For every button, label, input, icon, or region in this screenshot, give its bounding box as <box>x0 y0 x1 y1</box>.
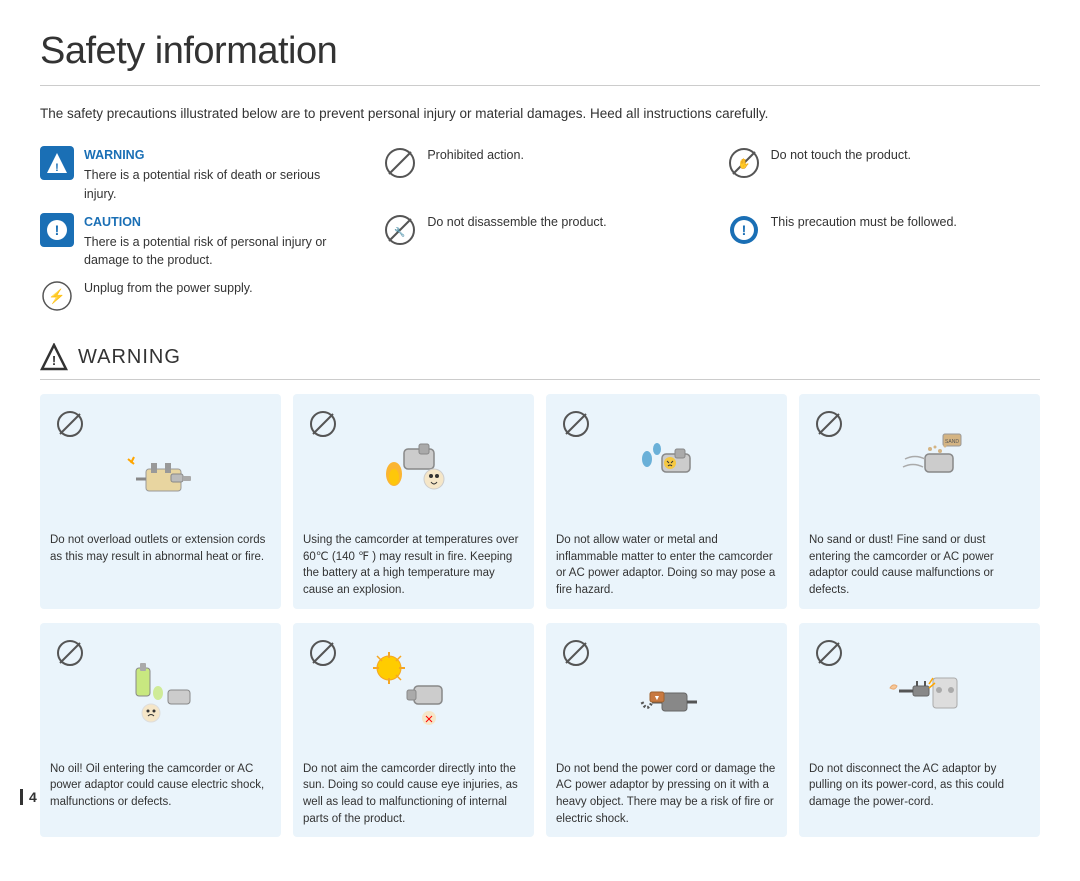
prohibited-circle-icon <box>383 146 417 180</box>
svg-text:⚡: ⚡ <box>48 288 65 305</box>
no-symbol-icon <box>815 410 843 438</box>
water-metal-illustration <box>622 419 712 509</box>
intro-text: The safety precautions illustrated below… <box>40 104 1040 124</box>
direct-sun-illustration <box>369 648 459 738</box>
warning-text-block: WARNING There is a potential risk of dea… <box>84 146 353 202</box>
must-follow-circle-icon: ! <box>727 213 761 247</box>
warning-triangle-icon: ! <box>40 343 68 371</box>
legend-grid: ! WARNING There is a potential risk of d… <box>40 146 1040 313</box>
prohibited-icon-box <box>383 146 417 180</box>
card-no-oil-text: No oil! Oil entering the camcorder or AC… <box>50 761 271 811</box>
no-symbol-icon <box>309 410 337 438</box>
temperature-illustration <box>369 419 459 509</box>
svg-text:!: ! <box>55 162 59 174</box>
legend-item-unplug: ⚡ Unplug from the power supply. <box>40 279 353 313</box>
disassemble-text-block: Do not disassemble the product. <box>427 213 606 231</box>
no-symbol-icon <box>562 410 590 438</box>
warning-icon-box: ! <box>40 146 74 180</box>
power-cord-illustration: ▼ <box>622 648 712 738</box>
card-temperature-image <box>303 404 524 524</box>
card-no-oil: No oil! Oil entering the camcorder or AC… <box>40 623 281 838</box>
unplug-icon: ⚡ <box>40 279 74 313</box>
caution-blue-square-icon: ! <box>40 213 74 247</box>
no-symbol-icon <box>562 639 590 667</box>
no-symbol-icon <box>56 410 84 438</box>
card-sand-dust-text: No sand or dust! Fine sand or dust enter… <box>809 532 1030 599</box>
card-temperature: Using the camcorder at temperatures over… <box>293 394 534 609</box>
ac-adaptor-illustration <box>875 648 965 738</box>
title-divider <box>40 85 1040 86</box>
card-temperature-text: Using the camcorder at temperatures over… <box>303 532 524 599</box>
unplug-text-block: Unplug from the power supply. <box>84 279 253 297</box>
no-symbol-icon <box>56 639 84 667</box>
card-overload-text: Do not overload outlets or extension cor… <box>50 532 271 565</box>
must-follow-text-block: This precaution must be followed. <box>771 213 957 231</box>
warning-section-header: ! WARNING <box>40 343 1040 380</box>
legend-item-disassemble: 🔧 Do not disassemble the product. <box>383 213 696 269</box>
svg-text:!: ! <box>52 353 56 368</box>
no-touch-text-block: Do not touch the product. <box>771 146 911 164</box>
warning-description: There is a potential risk of death or se… <box>84 168 320 200</box>
caution-label: CAUTION <box>84 213 353 231</box>
warning-blue-square-icon: ! <box>40 146 74 180</box>
no-symbol-icon <box>309 639 337 667</box>
svg-text:!: ! <box>741 222 746 238</box>
card-water-metal-text: Do not allow water or metal and inflamma… <box>556 532 777 599</box>
disassemble-description: Do not disassemble the product. <box>427 215 606 229</box>
card-direct-sun-image <box>303 633 524 753</box>
card-power-cord: ▼ Do not bend the power cord or damage t… <box>546 623 787 838</box>
warning-section-title: WARNING <box>78 346 181 369</box>
warning-label: WARNING <box>84 146 353 164</box>
legend-item-no-touch: ✋ Do not touch the product. <box>727 146 1040 202</box>
card-ac-adaptor: Do not disconnect the AC adaptor by pull… <box>799 623 1040 838</box>
legend-item-caution: ! CAUTION There is a potential risk of p… <box>40 213 353 269</box>
svg-text:▼: ▼ <box>653 695 660 702</box>
no-oil-illustration <box>116 648 206 738</box>
svg-text:🔧: 🔧 <box>395 226 406 237</box>
card-sand-dust: SAND No sand or dust! Fine sand or dust … <box>799 394 1040 609</box>
no-symbol-icon <box>815 639 843 667</box>
legend-item-warning: ! WARNING There is a potential risk of d… <box>40 146 353 202</box>
disassemble-circle-icon: 🔧 <box>383 213 417 247</box>
unplug-description: Unplug from the power supply. <box>84 281 253 295</box>
card-ac-adaptor-image <box>809 633 1030 753</box>
svg-text:!: ! <box>55 222 60 238</box>
caution-icon-box: ! <box>40 213 74 247</box>
warning-cards-row1: Do not overload outlets or extension cor… <box>40 394 1040 609</box>
card-no-oil-image <box>50 633 271 753</box>
card-overload-image <box>50 404 271 524</box>
warning-cards-row2: No oil! Oil entering the camcorder or AC… <box>40 623 1040 838</box>
card-overload: Do not overload outlets or extension cor… <box>40 394 281 609</box>
caution-description: There is a potential risk of personal in… <box>84 235 326 267</box>
card-power-cord-text: Do not bend the power cord or damage the… <box>556 761 777 828</box>
legend-item-must-follow: ! This precaution must be followed. <box>727 213 1040 269</box>
svg-text:✋: ✋ <box>737 157 749 170</box>
no-touch-icon-box: ✋ <box>727 146 761 180</box>
card-power-cord-image: ▼ <box>556 633 777 753</box>
card-sand-dust-image: SAND <box>809 404 1030 524</box>
must-follow-description: This precaution must be followed. <box>771 215 957 229</box>
card-water-metal: Do not allow water or metal and inflamma… <box>546 394 787 609</box>
svg-text:SAND: SAND <box>945 439 959 445</box>
no-touch-circle-icon: ✋ <box>727 146 761 180</box>
prohibited-description: Prohibited action. <box>427 148 524 162</box>
legend-item-prohibited: Prohibited action. <box>383 146 696 202</box>
caution-text-block: CAUTION There is a potential risk of per… <box>84 213 353 269</box>
card-ac-adaptor-text: Do not disconnect the AC adaptor by pull… <box>809 761 1030 811</box>
page-title: Safety information <box>40 30 1040 73</box>
no-touch-description: Do not touch the product. <box>771 148 911 162</box>
prohibited-text-block: Prohibited action. <box>427 146 524 164</box>
card-direct-sun: Do not aim the camcorder directly into t… <box>293 623 534 838</box>
must-follow-icon-box: ! <box>727 213 761 247</box>
overload-illustration <box>116 419 206 509</box>
unplug-icon-box: ⚡ <box>40 279 74 313</box>
disassemble-icon-box: 🔧 <box>383 213 417 247</box>
sand-dust-illustration: SAND <box>875 419 965 509</box>
page-number: 4 <box>20 789 37 805</box>
card-direct-sun-text: Do not aim the camcorder directly into t… <box>303 761 524 828</box>
card-water-metal-image <box>556 404 777 524</box>
